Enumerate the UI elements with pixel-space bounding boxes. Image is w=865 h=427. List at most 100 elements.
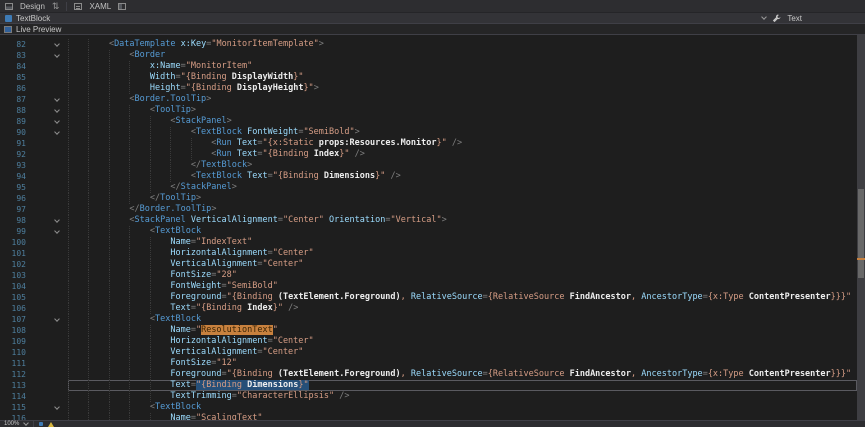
swap-panes-icon[interactable]: ⇅: [52, 2, 60, 11]
fold-chevron-icon[interactable]: [54, 404, 60, 410]
code-text[interactable]: Text="{Binding Dimensions}": [68, 380, 857, 391]
code-text[interactable]: <Run Text="{x:Static props:Resources.Mon…: [68, 138, 857, 149]
code-text[interactable]: <ToolTip>: [68, 105, 857, 116]
vertical-scrollbar[interactable]: [857, 35, 865, 420]
code-line[interactable]: 97</Border.ToolTip>: [0, 204, 857, 215]
code-text[interactable]: TextTrimming="CharacterEllipsis" />: [68, 391, 857, 402]
code-line[interactable]: 109HorizontalAlignment="Center": [0, 336, 857, 347]
code-line[interactable]: 114TextTrimming="CharacterEllipsis" />: [0, 391, 857, 402]
fold-margin[interactable]: [26, 215, 68, 226]
code-text[interactable]: Foreground="{Binding (TextElement.Foregr…: [68, 292, 857, 303]
code-line[interactable]: 93</TextBlock>: [0, 160, 857, 171]
code-text[interactable]: </StackPanel>: [68, 182, 857, 193]
fold-chevron-icon[interactable]: [54, 217, 60, 223]
code-line[interactable]: 112Foreground="{Binding (TextElement.For…: [0, 369, 857, 380]
xaml-code-editor[interactable]: 82<DataTemplate x:Key="MonitorItemTempla…: [0, 35, 857, 420]
breadcrumb-property[interactable]: Text: [787, 14, 802, 23]
code-text[interactable]: </TextBlock>: [68, 160, 857, 171]
breadcrumb-element[interactable]: TextBlock: [16, 14, 50, 23]
fold-margin[interactable]: [26, 226, 68, 237]
scrollbar-thumb[interactable]: [858, 189, 864, 278]
code-line[interactable]: 116Name="ScalingText": [0, 413, 857, 420]
tab-live-preview[interactable]: Live Preview: [16, 25, 61, 34]
code-line[interactable]: 89<StackPanel>: [0, 116, 857, 127]
code-text[interactable]: <TextBlock: [68, 402, 857, 413]
code-line[interactable]: 104FontWeight="SemiBold": [0, 281, 857, 292]
code-line[interactable]: 82<DataTemplate x:Key="MonitorItemTempla…: [0, 39, 857, 50]
fold-margin[interactable]: [26, 50, 68, 61]
fold-margin[interactable]: [26, 105, 68, 116]
code-line[interactable]: 91<Run Text="{x:Static props:Resources.M…: [0, 138, 857, 149]
code-text[interactable]: <Border: [68, 50, 857, 61]
code-line[interactable]: 103FontSize="28": [0, 270, 857, 281]
code-line[interactable]: 108Name="ResolutionText": [0, 325, 857, 336]
fold-chevron-icon[interactable]: [54, 129, 60, 135]
chevron-down-icon[interactable]: [761, 14, 767, 20]
split-view-icon[interactable]: [118, 3, 126, 10]
fold-margin[interactable]: [26, 314, 68, 325]
code-text[interactable]: Width="{Binding DisplayWidth}": [68, 72, 857, 83]
code-text[interactable]: </ToolTip>: [68, 193, 857, 204]
code-line[interactable]: 87<Border.ToolTip>: [0, 94, 857, 105]
fold-margin[interactable]: [26, 94, 68, 105]
code-text[interactable]: Name="IndexText": [68, 237, 857, 248]
fold-chevron-icon[interactable]: [54, 107, 60, 113]
code-line[interactable]: 102VerticalAlignment="Center": [0, 259, 857, 270]
code-text[interactable]: <TextBlock: [68, 314, 857, 325]
code-line[interactable]: 86Height="{Binding DisplayHeight}">: [0, 83, 857, 94]
code-text[interactable]: Name="ResolutionText": [68, 325, 857, 336]
code-text[interactable]: HorizontalAlignment="Center": [68, 336, 857, 347]
code-text[interactable]: Height="{Binding DisplayHeight}">: [68, 83, 857, 94]
fold-chevron-icon[interactable]: [54, 316, 60, 322]
code-line[interactable]: 85Width="{Binding DisplayWidth}": [0, 72, 857, 83]
code-line[interactable]: 90<TextBlock FontWeight="SemiBold">: [0, 127, 857, 138]
fold-chevron-icon[interactable]: [54, 96, 60, 102]
code-text[interactable]: <TextBlock: [68, 226, 857, 237]
code-line[interactable]: 105Foreground="{Binding (TextElement.For…: [0, 292, 857, 303]
code-line[interactable]: 107<TextBlock: [0, 314, 857, 325]
design-view-button[interactable]: Design: [20, 2, 45, 11]
code-text[interactable]: Foreground="{Binding (TextElement.Foregr…: [68, 369, 857, 380]
fold-margin[interactable]: [26, 127, 68, 138]
code-text[interactable]: HorizontalAlignment="Center": [68, 248, 857, 259]
code-line[interactable]: 110VerticalAlignment="Center": [0, 347, 857, 358]
code-line[interactable]: 111FontSize="12": [0, 358, 857, 369]
code-line[interactable]: 113Text="{Binding Dimensions}": [0, 380, 857, 391]
code-text[interactable]: Text="{Binding Index}" />: [68, 303, 857, 314]
code-line[interactable]: 98<StackPanel VerticalAlignment="Center"…: [0, 215, 857, 226]
code-text[interactable]: Name="ScalingText": [68, 413, 857, 420]
fold-chevron-icon[interactable]: [54, 118, 60, 124]
code-line[interactable]: 94<TextBlock Text="{Binding Dimensions}"…: [0, 171, 857, 182]
code-line[interactable]: 101HorizontalAlignment="Center": [0, 248, 857, 259]
xaml-view-button[interactable]: XAML: [89, 2, 111, 11]
fold-chevron-icon[interactable]: [54, 41, 60, 47]
code-line[interactable]: 115<TextBlock: [0, 402, 857, 413]
code-text[interactable]: FontSize="28": [68, 270, 857, 281]
code-text[interactable]: FontWeight="SemiBold": [68, 281, 857, 292]
code-line[interactable]: 92<Run Text="{Binding Index}" />: [0, 149, 857, 160]
code-text[interactable]: <Border.ToolTip>: [68, 94, 857, 105]
code-line[interactable]: 99<TextBlock: [0, 226, 857, 237]
zoom-chevron-down-icon[interactable]: [24, 420, 30, 426]
fold-chevron-icon[interactable]: [54, 228, 60, 234]
code-line[interactable]: 96</ToolTip>: [0, 193, 857, 204]
code-text[interactable]: x:Name="MonitorItem": [68, 61, 857, 72]
code-line[interactable]: 84x:Name="MonitorItem": [0, 61, 857, 72]
code-text[interactable]: </Border.ToolTip>: [68, 204, 857, 215]
code-text[interactable]: <DataTemplate x:Key="MonitorItemTemplate…: [68, 39, 857, 50]
fold-margin[interactable]: [26, 39, 68, 50]
code-line[interactable]: 100Name="IndexText": [0, 237, 857, 248]
code-line[interactable]: 88<ToolTip>: [0, 105, 857, 116]
code-text[interactable]: VerticalAlignment="Center": [68, 259, 857, 270]
code-text[interactable]: FontSize="12": [68, 358, 857, 369]
code-text[interactable]: VerticalAlignment="Center": [68, 347, 857, 358]
fold-margin[interactable]: [26, 402, 68, 413]
code-text[interactable]: <TextBlock Text="{Binding Dimensions}" /…: [68, 171, 857, 182]
fold-margin[interactable]: [26, 116, 68, 127]
code-line[interactable]: 106Text="{Binding Index}" />: [0, 303, 857, 314]
code-text[interactable]: <StackPanel VerticalAlignment="Center" O…: [68, 215, 857, 226]
code-text[interactable]: <Run Text="{Binding Index}" />: [68, 149, 857, 160]
zoom-level[interactable]: 100%: [4, 421, 19, 427]
code-text[interactable]: <StackPanel>: [68, 116, 857, 127]
code-line[interactable]: 83<Border: [0, 50, 857, 61]
